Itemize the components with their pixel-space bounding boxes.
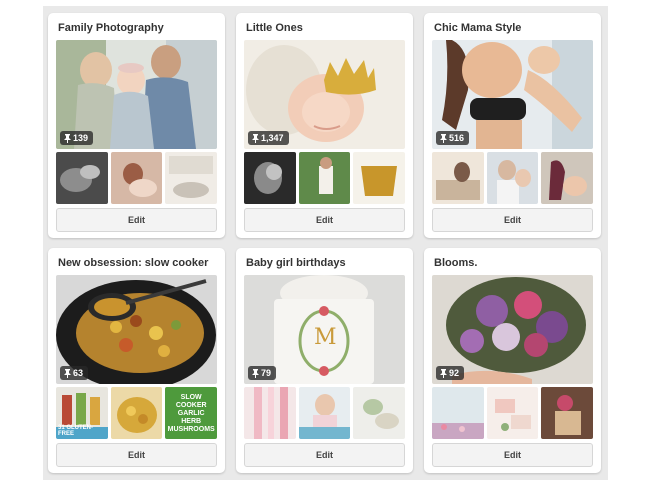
board-cover-image[interactable]: M 79 bbox=[244, 275, 405, 384]
thumbnail-row bbox=[56, 152, 218, 204]
thumbnail-image[interactable]: SLOW COOKER GARLIC HERB MUSHROOMS bbox=[165, 387, 218, 439]
thumbnail-image[interactable] bbox=[353, 387, 406, 439]
thumbnail-row bbox=[432, 152, 594, 204]
pin-count-badge: 79 bbox=[248, 366, 277, 380]
edit-button[interactable]: Edit bbox=[244, 208, 405, 232]
thumbnail-image[interactable] bbox=[432, 152, 484, 204]
thumbnail-image[interactable] bbox=[298, 387, 351, 439]
board-card-blooms[interactable]: Blooms. 92 Edit bbox=[424, 248, 601, 473]
pin-icon bbox=[440, 368, 447, 378]
thumbnail-image[interactable] bbox=[165, 152, 218, 204]
cake-monogram: M bbox=[314, 325, 337, 350]
thumbnail-image[interactable] bbox=[298, 152, 351, 204]
board-card-little-ones[interactable]: Little Ones 1,347 Edit bbox=[236, 13, 413, 238]
thumbnail-row bbox=[244, 387, 406, 439]
board-title[interactable]: Baby girl birthdays bbox=[246, 257, 406, 269]
pin-count: 139 bbox=[73, 133, 89, 143]
pin-count: 1,347 bbox=[261, 133, 284, 143]
pin-icon bbox=[440, 133, 447, 143]
board-title[interactable]: New obsession: slow cooker bbox=[58, 257, 218, 269]
board-title[interactable]: Family Photography bbox=[58, 22, 218, 34]
pin-count-badge: 1,347 bbox=[248, 131, 289, 145]
board-card-chic-mama-style[interactable]: Chic Mama Style 516 Edit bbox=[424, 13, 601, 238]
thumbnail-row bbox=[244, 152, 406, 204]
board-title[interactable]: Little Ones bbox=[246, 22, 406, 34]
thumbnail-image[interactable] bbox=[110, 387, 163, 439]
thumbnail-image[interactable] bbox=[110, 152, 163, 204]
pin-icon bbox=[64, 368, 71, 378]
board-card-family-photography[interactable]: Family Photography 139 Edit bbox=[48, 13, 225, 238]
pin-icon bbox=[64, 133, 71, 143]
thumbnail-image[interactable] bbox=[486, 387, 539, 439]
pin-count: 63 bbox=[73, 368, 84, 378]
edit-button[interactable]: Edit bbox=[56, 208, 217, 232]
board-cover-image[interactable]: 63 bbox=[56, 275, 217, 384]
thumbnail-image[interactable] bbox=[353, 152, 406, 204]
thumbnail-image[interactable] bbox=[541, 387, 594, 439]
edit-button[interactable]: Edit bbox=[56, 443, 217, 467]
board-title[interactable]: Chic Mama Style bbox=[434, 22, 594, 34]
thumbnail-row: 31 GLUTEN-FREE SLOW COOKER GARLIC HERB M… bbox=[56, 387, 218, 439]
pin-count-badge: 516 bbox=[436, 131, 470, 145]
thumbnail-image[interactable] bbox=[432, 387, 484, 439]
edit-button[interactable]: Edit bbox=[244, 443, 405, 467]
thumbnail-image[interactable]: 31 GLUTEN-FREE bbox=[56, 387, 108, 439]
board-cover-image[interactable]: 139 bbox=[56, 40, 217, 149]
edit-button[interactable]: Edit bbox=[432, 208, 593, 232]
board-title[interactable]: Blooms. bbox=[434, 257, 594, 269]
recipe-title-text: SLOW COOKER GARLIC HERB MUSHROOMS bbox=[167, 394, 215, 433]
thumbnail-image[interactable] bbox=[244, 152, 296, 204]
pin-icon bbox=[252, 133, 259, 143]
pin-icon bbox=[252, 368, 259, 378]
board-cover-image[interactable]: 1,347 bbox=[244, 40, 405, 149]
board-card-baby-girl-birthdays[interactable]: Baby girl birthdays M 79 Edit bbox=[236, 248, 413, 473]
pin-count-badge: 139 bbox=[60, 131, 94, 145]
thumbnail-row bbox=[432, 387, 594, 439]
gluten-free-label: 31 GLUTEN-FREE bbox=[58, 425, 94, 437]
thumbnail-image[interactable] bbox=[486, 152, 539, 204]
thumbnail-image[interactable] bbox=[244, 387, 296, 439]
board-card-slow-cooker[interactable]: New obsession: slow cooker 63 31 GLUTEN-… bbox=[48, 248, 225, 473]
pin-count-badge: 92 bbox=[436, 366, 465, 380]
thumbnail-image[interactable] bbox=[56, 152, 108, 204]
board-cover-image[interactable]: 92 bbox=[432, 275, 593, 384]
board-cover-image[interactable]: 516 bbox=[432, 40, 593, 149]
pin-count: 92 bbox=[449, 368, 460, 378]
pin-count: 79 bbox=[261, 368, 272, 378]
pin-count-badge: 63 bbox=[60, 366, 89, 380]
pin-count: 516 bbox=[449, 133, 465, 143]
thumbnail-image[interactable] bbox=[541, 152, 594, 204]
edit-button[interactable]: Edit bbox=[432, 443, 593, 467]
